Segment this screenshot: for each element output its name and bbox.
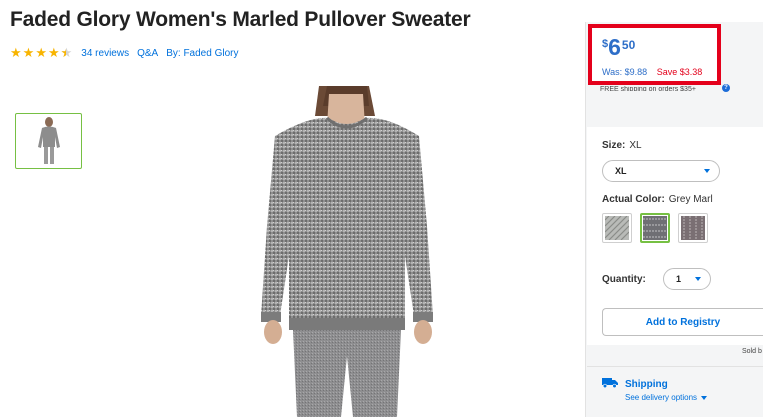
truck-icon — [602, 378, 618, 388]
price-dollars: 6 — [608, 34, 621, 60]
sweater-thumbnail-image — [37, 117, 60, 164]
savings-amount: Save $3.38 — [656, 67, 703, 77]
sweater-model-image — [261, 86, 433, 417]
size-label-text: Size: — [602, 140, 626, 151]
size-label: Size: XL — [602, 140, 642, 151]
price-currency: $ — [602, 38, 609, 50]
color-label-text: Actual Color: — [602, 194, 665, 205]
was-price: Was: $9.88 — [602, 67, 648, 77]
star-icon: ★ — [10, 45, 22, 61]
free-shipping-note: FREE shipping on orders $35+ — [600, 86, 696, 91]
star-rating[interactable]: ★ ★ ★ ★ ★ — [10, 47, 73, 60]
product-title: Faded Glory Women's Marled Pullover Swea… — [10, 8, 471, 31]
price-comparison: Was: $9.88 Save $3.38 — [602, 67, 702, 77]
shipping-divider — [587, 366, 763, 367]
chevron-down-icon — [701, 395, 708, 400]
color-label: Actual Color: Grey Marl — [602, 194, 713, 205]
reviews-link[interactable]: 34 reviews — [81, 48, 129, 59]
chevron-down-icon — [695, 277, 701, 281]
color-value: Grey Marl — [668, 194, 713, 205]
help-icon[interactable]: ? — [722, 84, 730, 92]
color-swatch-3[interactable] — [678, 213, 708, 243]
quantity-select[interactable]: 1 — [663, 268, 711, 290]
color-swatch-1[interactable] — [602, 213, 632, 243]
shipping-title: Shipping — [625, 379, 668, 390]
half-star-icon: ★ — [61, 47, 73, 60]
star-icon: ★ — [47, 45, 60, 61]
panel-divider — [585, 22, 586, 417]
swatch-texture-icon — [643, 216, 667, 240]
color-swatch-2[interactable] — [640, 213, 670, 243]
swatch-texture-icon — [604, 215, 630, 241]
chevron-down-icon — [704, 169, 710, 173]
quantity-label: Quantity: — [602, 274, 646, 285]
price-box: $650 Was: $9.88 Save $3.38 — [588, 24, 721, 85]
qa-link[interactable]: Q&A — [137, 48, 158, 59]
product-main-image[interactable] — [219, 86, 475, 417]
delivery-options-link[interactable]: See delivery options — [625, 393, 708, 402]
brand-link[interactable]: By: Faded Glory — [166, 48, 238, 59]
size-select[interactable]: XL — [602, 160, 720, 182]
star-icon: ★ — [22, 45, 35, 61]
star-icon: ★ — [35, 45, 47, 61]
product-thumbnail[interactable] — [15, 113, 82, 169]
size-value: XL — [629, 140, 642, 151]
rating-row: ★ ★ ★ ★ ★ 34 reviews Q&A By: Faded Glory — [10, 45, 238, 61]
price-cents: 50 — [621, 38, 636, 52]
swatch-texture-icon — [681, 216, 705, 240]
sold-by-text: Sold b — [742, 348, 762, 355]
current-price: $650 — [602, 36, 635, 60]
quantity-value: 1 — [676, 274, 682, 284]
add-to-registry-button[interactable]: Add to Registry — [602, 308, 763, 336]
size-select-value: XL — [615, 166, 627, 176]
delivery-options-label: See delivery options — [625, 393, 698, 402]
